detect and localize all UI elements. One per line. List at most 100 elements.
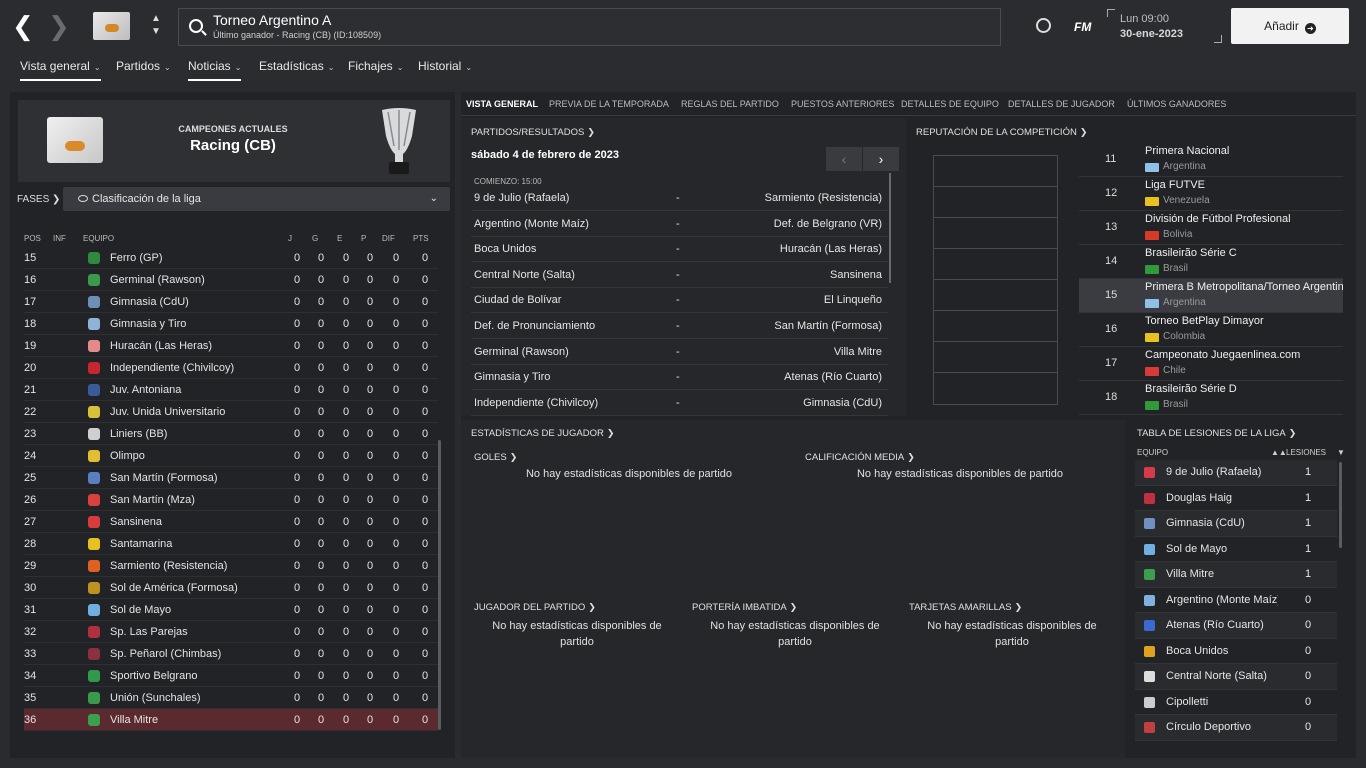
home-team[interactable]: Independiente (Chivilcoy) (474, 391, 598, 416)
competition-name[interactable]: Brasileirão Série C (1145, 247, 1343, 259)
injury-row[interactable]: Argentino (Monte Maíz) 0 (1135, 588, 1337, 613)
col-g[interactable]: G (312, 234, 318, 243)
game-day-time[interactable]: Lun 09:00 (1120, 13, 1169, 25)
away-team[interactable]: Huracán (Las Heras) (780, 237, 882, 262)
table-row[interactable]: 17 Gimnasia (CdU) 0 0 0 0 0 0 (24, 291, 438, 313)
table-row[interactable]: 30 Sol de América (Formosa) 0 0 0 0 0 0 (24, 577, 438, 599)
table-row[interactable]: 21 Juv. Antoniana 0 0 0 0 0 0 (24, 379, 438, 401)
table-row[interactable]: 16 Germinal (Rawson) 0 0 0 0 0 0 (24, 269, 438, 291)
match-row[interactable]: Boca Unidos - Huracán (Las Heras) (471, 237, 888, 263)
yellow-cards-header[interactable]: TARJETAS AMARILLAS ❯ (909, 602, 1022, 613)
competition-name[interactable]: Liga FUTVE (1145, 179, 1343, 191)
row-team[interactable]: Sol de Mayo (110, 599, 171, 621)
home-team[interactable]: Ciudad de Bolívar (474, 288, 561, 313)
match-row[interactable]: Gimnasia y Tiro - Atenas (Río Cuarto) (471, 365, 888, 391)
scrollbar[interactable] (1339, 462, 1342, 548)
injury-row[interactable]: Central Norte (Salta) 0 (1135, 664, 1337, 690)
injury-col-team[interactable]: EQUIPO (1137, 448, 1168, 457)
row-team[interactable]: Villa Mitre (110, 709, 158, 731)
home-team[interactable]: Gimnasia y Tiro (474, 365, 550, 390)
reputation-row[interactable]: 11 Primera Nacional Argentina (1079, 143, 1343, 177)
globe-icon[interactable] (1036, 18, 1051, 33)
tab-puestos-anteriores[interactable]: PUESTOS ANTERIORES (791, 99, 894, 109)
competition-name[interactable]: División de Fútbol Profesional (1145, 213, 1343, 225)
injury-table-header[interactable]: TABLA DE LESIONES DE LA LIGA ❯ (1137, 428, 1296, 439)
reputation-row[interactable]: 15 Primera B Metropolitana/Torneo Argenti… (1079, 279, 1343, 313)
matches-header[interactable]: PARTIDOS/RESULTADOS ❯ (471, 127, 595, 138)
row-team[interactable]: Juv. Unida Universitario (110, 401, 225, 423)
phases-select[interactable]: Clasificación de la liga ⌄ (63, 187, 450, 211)
prev-day-button[interactable]: ‹ (826, 147, 862, 171)
menu-noticias[interactable]: Noticias ⌄ (188, 59, 242, 81)
match-row[interactable]: Germinal (Rawson) - Villa Mitre (471, 340, 888, 365)
away-team[interactable]: Def. de Belgrano (VR) (774, 212, 882, 237)
injury-row[interactable]: Boca Unidos 0 (1135, 639, 1337, 664)
injury-row[interactable]: Cipolletti 0 (1135, 690, 1337, 715)
up-down-arrows-icon[interactable]: ▲ ▼ (151, 12, 161, 38)
competition-name[interactable]: Primera Nacional (1145, 145, 1343, 157)
row-team[interactable]: Sportivo Belgrano (110, 665, 197, 687)
reputation-row[interactable]: 12 Liga FUTVE Venezuela (1079, 177, 1343, 211)
injury-row[interactable]: Gimnasia (CdU) 1 (1135, 511, 1337, 537)
col-p[interactable]: P (361, 234, 366, 243)
injury-row[interactable]: Sol de Mayo 1 (1135, 537, 1337, 562)
menu-estadisticas[interactable]: Estadísticas ⌄ (259, 59, 334, 79)
row-team[interactable]: Sp. Peñarol (Chimbas) (110, 643, 221, 665)
reputation-header[interactable]: REPUTACIÓN DE LA COMPETICIÓN ❯ (916, 127, 1087, 138)
away-team[interactable]: Sarmiento (Resistencia) (765, 186, 882, 211)
table-row[interactable]: 18 Gimnasia y Tiro 0 0 0 0 0 0 (24, 313, 438, 335)
col-dif[interactable]: DIF (382, 234, 395, 243)
tab-detalles-de-equipo[interactable]: DETALLES DE EQUIPO (901, 99, 999, 109)
away-team[interactable]: San Martín (Formosa) (774, 314, 882, 339)
reputation-row[interactable]: 13 División de Fútbol Profesional Bolivia (1079, 211, 1343, 245)
injury-row[interactable]: Villa Mitre 1 (1135, 562, 1337, 588)
match-row[interactable]: Independiente (Chivilcoy) - Gimnasia (CdU) (471, 391, 888, 416)
home-team[interactable]: Argentino (Monte Maíz) (474, 212, 589, 237)
tab-reglas-del-partido[interactable]: REGLAS DEL PARTIDO (681, 99, 779, 109)
injury-team[interactable]: Atenas (Río Cuarto) (1166, 613, 1278, 638)
rating-header[interactable]: CALIFICACIÓN MEDIA ❯ (805, 452, 915, 463)
away-team[interactable]: Villa Mitre (834, 340, 882, 365)
table-row[interactable]: 36 Villa Mitre 0 0 0 0 0 0 (24, 709, 438, 731)
match-row[interactable]: Central Norte (Salta) - Sansinena (471, 263, 888, 288)
tab-previa-de-la-temporada[interactable]: PREVIA DE LA TEMPORADA (549, 99, 669, 109)
current-champions-card[interactable]: CAMPEONES ACTUALES Racing (CB) (18, 100, 450, 182)
match-row[interactable]: Ciudad de Bolívar - El Linqueño (471, 288, 888, 314)
row-team[interactable]: Germinal (Rawson) (110, 269, 205, 291)
home-team[interactable]: Germinal (Rawson) (474, 340, 569, 365)
home-team[interactable]: 9 de Julio (Rafaela) (474, 186, 569, 211)
col-e[interactable]: E (337, 234, 342, 243)
table-row[interactable]: 27 Sansinena 0 0 0 0 0 0 (24, 511, 438, 533)
row-team[interactable]: Olimpo (110, 445, 145, 467)
away-team[interactable]: Atenas (Río Cuarto) (784, 365, 882, 390)
chevron-left-icon[interactable]: ❮ (12, 12, 34, 40)
injury-team[interactable]: 9 de Julio (Rafaela) (1166, 460, 1278, 485)
injury-row[interactable]: 9 de Julio (Rafaela) 1 (1135, 460, 1337, 486)
row-team[interactable]: Ferro (GP) (110, 247, 163, 269)
menu-vista-general[interactable]: Vista general ⌄ (20, 59, 101, 81)
home-team[interactable]: Central Norte (Salta) (474, 263, 575, 288)
injury-team[interactable]: Central Norte (Salta) (1166, 664, 1278, 689)
menu-partidos[interactable]: Partidos ⌄ (116, 59, 171, 79)
col-team[interactable]: EQUIPO (83, 234, 114, 243)
menu-historial[interactable]: Historial ⌄ (418, 59, 472, 79)
game-date[interactable]: 30-ene-2023 (1120, 28, 1183, 40)
motm-header[interactable]: JUGADOR DEL PARTIDO ❯ (474, 602, 596, 613)
scrollbar[interactable] (889, 173, 891, 283)
col-pos[interactable]: POS (24, 234, 41, 243)
injury-team[interactable]: Argentino (Monte Maíz) (1166, 588, 1278, 613)
sort-icon[interactable]: ▲▲ (1271, 448, 1287, 457)
row-team[interactable]: Gimnasia y Tiro (110, 313, 186, 335)
row-team[interactable]: San Martín (Formosa) (110, 467, 218, 489)
table-row[interactable]: 19 Huracán (Las Heras) 0 0 0 0 0 0 (24, 335, 438, 357)
tab-vista-general[interactable]: VISTA GENERAL (466, 99, 538, 109)
injury-team[interactable]: Sol de Mayo (1166, 537, 1278, 562)
table-row[interactable]: 32 Sp. Las Parejas 0 0 0 0 0 0 (24, 621, 438, 643)
injury-team[interactable]: Douglas Haig (1166, 486, 1278, 511)
col-pts[interactable]: PTS (413, 234, 429, 243)
row-team[interactable]: San Martín (Mza) (110, 489, 195, 511)
col-j[interactable]: J (288, 234, 292, 243)
add-button[interactable]: Añadir ➜ (1231, 8, 1349, 44)
table-row[interactable]: 34 Sportivo Belgrano 0 0 0 0 0 0 (24, 665, 438, 687)
competition-name[interactable]: Torneo BetPlay Dimayor (1145, 315, 1343, 327)
